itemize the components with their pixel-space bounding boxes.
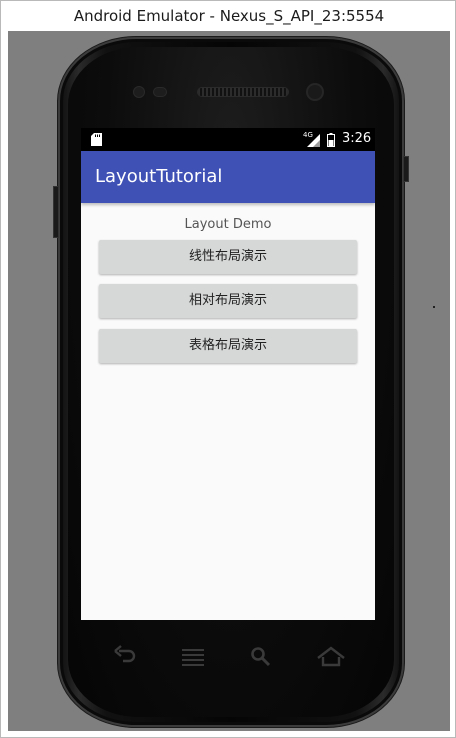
- search-button[interactable]: [241, 637, 281, 677]
- emulator-window: Android Emulator - Nexus_S_API_23:5554 4…: [0, 0, 456, 738]
- light-sensor-icon: [308, 85, 322, 99]
- app-title: LayoutTutorial: [95, 166, 223, 187]
- earpiece-speaker: [198, 88, 288, 96]
- sd-card-icon: [91, 133, 102, 146]
- menu-icon: [182, 649, 204, 666]
- signal-icon: [307, 134, 320, 147]
- layout-demo-heading: Layout Demo: [184, 217, 272, 232]
- proximity-sensor-icon: [154, 88, 166, 96]
- linear-layout-demo-button[interactable]: 线性布局演示: [99, 240, 357, 274]
- menu-button[interactable]: [173, 637, 213, 677]
- home-icon: [317, 646, 345, 667]
- main-content: Layout Demo 线性布局演示 相对布局演示 表格布局演示: [81, 203, 375, 620]
- window-title: Android Emulator - Nexus_S_API_23:5554: [73, 7, 385, 25]
- app-toolbar: LayoutTutorial: [81, 151, 375, 203]
- relative-layout-demo-button[interactable]: 相对布局演示: [99, 284, 357, 318]
- home-button[interactable]: [311, 637, 351, 677]
- search-icon: [251, 647, 271, 667]
- stray-pixel: [433, 306, 435, 308]
- volume-button[interactable]: [53, 186, 59, 238]
- hardware-nav-bar: [81, 637, 375, 677]
- power-button[interactable]: [403, 156, 409, 182]
- device-screen: 4G 3:26 LayoutTutorial Layout Demo 线性布局演…: [81, 128, 375, 620]
- status-clock: 3:26: [342, 131, 372, 146]
- back-icon: [114, 645, 136, 663]
- front-camera-icon: [134, 87, 144, 97]
- status-bar: 4G 3:26: [81, 128, 375, 151]
- table-layout-demo-button[interactable]: 表格布局演示: [99, 329, 357, 363]
- back-button[interactable]: [105, 637, 145, 677]
- battery-icon: [327, 133, 335, 147]
